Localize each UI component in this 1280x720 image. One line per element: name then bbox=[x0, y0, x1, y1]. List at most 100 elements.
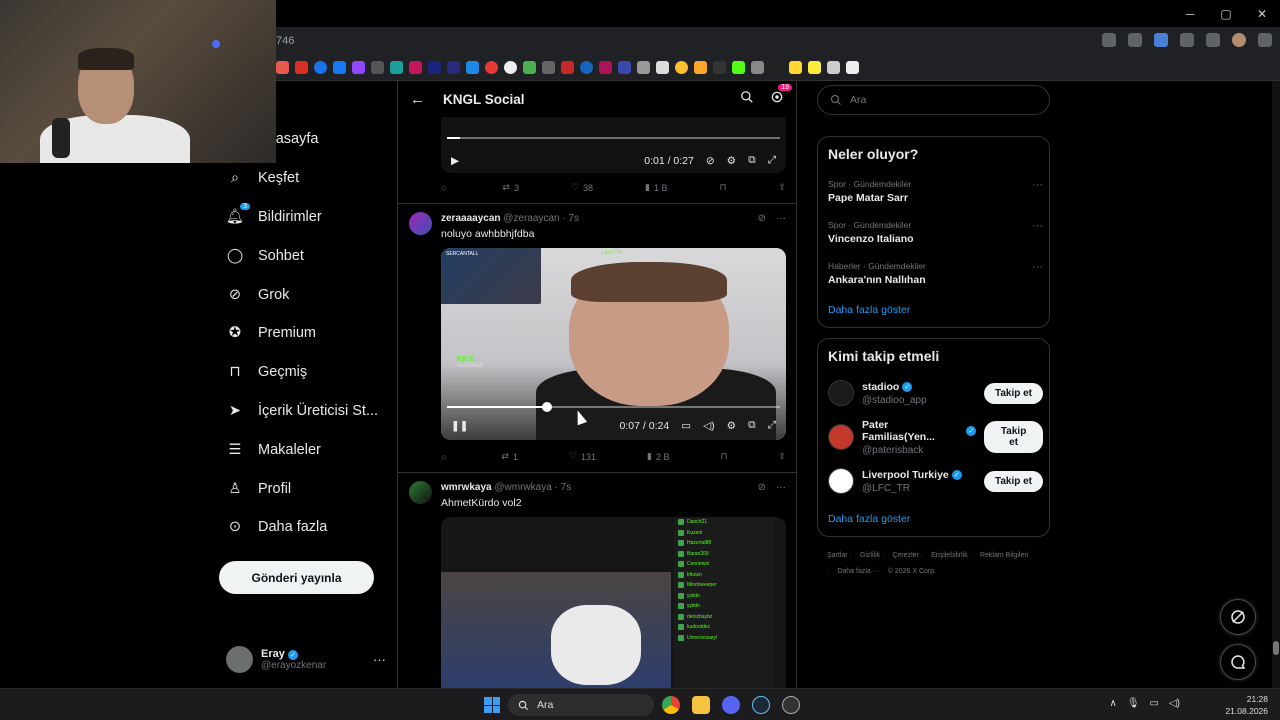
bookmark-icon[interactable] bbox=[428, 61, 441, 74]
author-handle[interactable]: @zeraaycan bbox=[503, 213, 559, 224]
install-icon[interactable] bbox=[1102, 33, 1116, 47]
extension-icon[interactable] bbox=[1154, 33, 1168, 47]
sidebar-item-3[interactable]: ◯ Sohbet bbox=[218, 236, 393, 275]
views-button[interactable]: ▮ 2 B bbox=[647, 451, 669, 462]
fullscreen-icon[interactable]: ⤢ bbox=[768, 419, 776, 432]
fullscreen-icon[interactable]: ⤢ bbox=[768, 154, 776, 167]
repost-button[interactable]: ⇄ 3 bbox=[502, 182, 519, 193]
avatar[interactable] bbox=[409, 481, 432, 504]
video-progress-bar[interactable] bbox=[447, 137, 780, 139]
page-scrollbar[interactable] bbox=[1272, 81, 1280, 688]
bookmark-icon[interactable] bbox=[352, 61, 365, 74]
bookmark-icon[interactable] bbox=[485, 61, 498, 74]
captions-icon[interactable]: ▭ bbox=[681, 420, 691, 432]
author-name[interactable]: zeraaaaycan bbox=[441, 213, 501, 224]
gear-icon[interactable]: 19 bbox=[770, 83, 792, 109]
author-handle[interactable]: @wmrwkaya bbox=[494, 482, 551, 493]
windows-start-icon[interactable] bbox=[484, 697, 500, 713]
bookmark-icon[interactable] bbox=[333, 61, 346, 74]
video-progress-bar[interactable] bbox=[447, 402, 780, 412]
follow-button[interactable]: Takip et bbox=[984, 421, 1043, 453]
steam-icon[interactable] bbox=[752, 696, 770, 714]
bookmark-icon[interactable] bbox=[751, 61, 764, 74]
kebab-menu-icon[interactable] bbox=[1258, 33, 1272, 47]
bookmark-icon[interactable] bbox=[580, 61, 593, 74]
sidebar-item-2[interactable]: 🔔︎ 3 Bildirimler bbox=[218, 198, 393, 237]
pip-icon[interactable]: ⧉ bbox=[748, 419, 756, 432]
more-icon[interactable]: ··· bbox=[1032, 179, 1043, 191]
bookmark-icon[interactable] bbox=[599, 61, 612, 74]
puzzle-icon[interactable] bbox=[1180, 33, 1194, 47]
follow-suggestion[interactable]: Pater Familias(Yen... ✓ @paterisback Takip … bbox=[828, 419, 1043, 456]
avatar[interactable] bbox=[828, 424, 854, 450]
sidebar-item-10[interactable]: ⊙ Daha fazla bbox=[218, 508, 393, 547]
author-name[interactable]: wmrwkaya bbox=[441, 482, 492, 493]
sidebar-item-8[interactable]: ☰ Makaleler bbox=[218, 430, 393, 469]
discord-icon[interactable] bbox=[722, 696, 740, 714]
video-player[interactable]: SERCANTALL Last77K KICK sercantall ❚❚ 0:… bbox=[441, 248, 786, 440]
clock[interactable]: 21:28 21.08.2026 bbox=[1225, 693, 1268, 717]
like-button[interactable]: ♡ 131 bbox=[569, 451, 596, 462]
bookmark-icon[interactable] bbox=[371, 61, 384, 74]
follow-button[interactable]: Takip et bbox=[983, 470, 1043, 492]
reply-button[interactable]: ○ bbox=[441, 183, 450, 193]
trend-item[interactable]: Spor · Gündemdekiler Vincenzo Italiano ··· bbox=[828, 220, 1043, 245]
back-arrow-icon[interactable]: ← bbox=[410, 91, 425, 108]
url-text[interactable]: 746 bbox=[276, 35, 294, 47]
search-input[interactable]: Ara bbox=[817, 85, 1050, 115]
video-player[interactable]: ▶ 0:01 / 0:27 ⊘ ⚙ ⧉ ⤢ bbox=[441, 117, 786, 173]
footer-link[interactable]: Erişilebilirlik · bbox=[931, 552, 972, 559]
taskbar-search[interactable]: Ara bbox=[508, 694, 654, 716]
chevron-up-icon[interactable]: ∧ bbox=[1109, 698, 1116, 709]
bookmark-icon[interactable] bbox=[732, 61, 745, 74]
share-button[interactable]: ⇪ bbox=[778, 182, 786, 193]
bookmark-icon[interactable] bbox=[409, 61, 422, 74]
volume-icon[interactable]: ◁) bbox=[703, 420, 715, 432]
more-icon[interactable]: ··· bbox=[1032, 220, 1043, 232]
reply-button[interactable]: ○ bbox=[441, 452, 450, 462]
show-more-link[interactable]: Daha fazla göster bbox=[828, 513, 910, 525]
mute-icon[interactable]: ⊘ bbox=[706, 155, 715, 167]
more-icon[interactable]: ··· bbox=[1032, 261, 1043, 273]
sidebar-item-7[interactable]: ➤ İçerik Üreticisi St... bbox=[218, 392, 393, 431]
avatar[interactable] bbox=[828, 380, 854, 406]
media-icon[interactable] bbox=[1206, 33, 1220, 47]
avatar[interactable] bbox=[409, 212, 432, 235]
avatar[interactable] bbox=[828, 468, 854, 494]
bookmark-icon[interactable] bbox=[390, 61, 403, 74]
grok-fab-button[interactable] bbox=[1220, 599, 1256, 635]
profile-avatar-icon[interactable] bbox=[1232, 33, 1246, 47]
footer-link[interactable]: Şartlar · bbox=[827, 552, 852, 559]
bookmark-icon[interactable] bbox=[618, 61, 631, 74]
more-icon[interactable]: ··· bbox=[776, 213, 786, 224]
account-switcher[interactable]: Eray ✓ @erayozkenar ··· bbox=[226, 642, 386, 676]
grok-icon[interactable]: ⊘ bbox=[758, 482, 766, 493]
bookmark-icon[interactable] bbox=[675, 61, 688, 74]
follow-button[interactable]: Takip et bbox=[983, 382, 1043, 404]
star-icon[interactable] bbox=[1128, 33, 1142, 47]
more-icon[interactable]: ··· bbox=[776, 482, 786, 493]
like-button[interactable]: ♡ 38 bbox=[571, 182, 593, 193]
bookmark-icon[interactable] bbox=[637, 61, 650, 74]
bookmark-icon[interactable] bbox=[656, 61, 669, 74]
follow-suggestion[interactable]: Liverpool Turkiye ✓ @LFC_TR Takip et bbox=[828, 465, 1043, 497]
app-icon[interactable] bbox=[782, 696, 800, 714]
bookmark-icon[interactable] bbox=[466, 61, 479, 74]
bookmark-icon[interactable] bbox=[276, 61, 289, 74]
bookmark-icon[interactable] bbox=[827, 61, 840, 74]
post-time[interactable]: 7s bbox=[568, 213, 579, 224]
maximize-button[interactable]: ▢ bbox=[1208, 7, 1244, 21]
bookmark-icon[interactable] bbox=[770, 61, 783, 74]
search-icon[interactable] bbox=[740, 90, 754, 109]
repost-button[interactable]: ⇄ 1 bbox=[501, 451, 518, 462]
more-icon[interactable]: ··· bbox=[373, 652, 386, 667]
share-button[interactable]: ⇪ bbox=[778, 451, 786, 462]
trend-item[interactable]: Haberler · Gündemdekiler Ankara'nın Nallı… bbox=[828, 261, 1043, 286]
mic-icon[interactable]: 🎙 bbox=[1127, 698, 1140, 709]
bookmark-icon[interactable] bbox=[314, 61, 327, 74]
pause-icon[interactable]: ❚❚ bbox=[451, 420, 469, 432]
grok-icon[interactable]: ⊘ bbox=[758, 213, 766, 224]
post-time[interactable]: 7s bbox=[561, 482, 572, 493]
bookmark-icon[interactable] bbox=[694, 61, 707, 74]
bookmark-icon[interactable] bbox=[542, 61, 555, 74]
